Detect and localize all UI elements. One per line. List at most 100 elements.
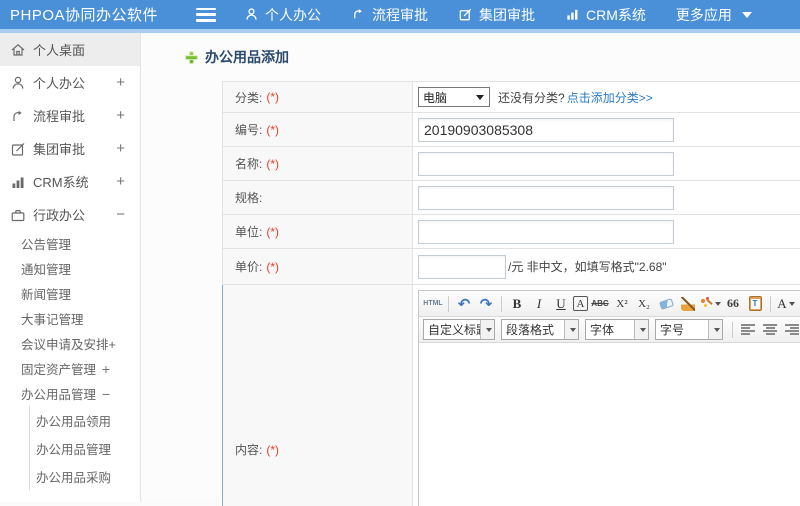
sidebar-item-meeting-request[interactable]: 会议申请及安排+ — [0, 331, 140, 356]
sidebar-item-label: 流程审批 — [33, 109, 86, 124]
price-input[interactable] — [418, 254, 506, 279]
nav-personal-office[interactable]: 个人办公 — [244, 5, 321, 25]
custom-title-select[interactable]: 自定义标题 — [423, 319, 495, 340]
required-mark: (*) — [266, 122, 280, 137]
sidebar-item-group-approval[interactable]: 集团审批 + — [0, 132, 140, 165]
strikethrough-button[interactable]: ABC — [590, 294, 610, 314]
sidebar-item-supplies-manage[interactable]: 办公用品管理 — [30, 434, 140, 462]
paste-as-text-button[interactable]: T — [745, 294, 765, 314]
sidebar-item-admin-office[interactable]: 行政办公 − — [0, 198, 140, 231]
unit-input[interactable] — [418, 219, 674, 244]
spec-input[interactable] — [418, 185, 674, 210]
format-brush-button[interactable] — [678, 294, 698, 314]
sidebar-item-label: 固定资产管理 — [21, 363, 97, 377]
nav-group-approval[interactable]: 集团审批 — [458, 5, 535, 25]
page-title-row: 办公用品添加 — [185, 47, 800, 67]
hamburger-menu-icon[interactable] — [196, 7, 216, 22]
code-input[interactable] — [418, 117, 674, 142]
expand-icon[interactable]: + — [116, 74, 125, 91]
sidebar-item-label: 集团审批 — [33, 142, 86, 157]
sidebar-item-label: 个人桌面 — [33, 43, 86, 58]
sidebar-item-crm[interactable]: CRM系统 + — [0, 165, 140, 198]
html-source-button[interactable]: HTML — [423, 294, 443, 314]
workflow-icon — [10, 108, 26, 124]
toolbar-separator — [501, 295, 502, 312]
category-select-value: 电脑 — [423, 90, 448, 105]
editor-toolbar-row1: HTML ↶ ↷ B I U A ABC X² X₂ 66 T A — [419, 291, 800, 317]
subscript-button[interactable]: X₂ — [634, 294, 654, 314]
select-arrow-icon — [480, 320, 494, 339]
top-header: PHPOA协同办公软件 个人办公 流程审批 集团审批 CRM系统 更多应用 — [0, 0, 800, 33]
redo-button[interactable]: ↷ — [476, 294, 496, 314]
expand-icon[interactable]: + — [116, 173, 125, 190]
editor-toolbar-row2: 自定义标题 段落格式 字体 — [419, 317, 800, 343]
expand-icon[interactable]: + — [116, 140, 125, 157]
align-right-button[interactable] — [782, 320, 800, 340]
bold-button[interactable]: B — [507, 294, 527, 314]
nav-crm-system[interactable]: CRM系统 — [565, 5, 646, 25]
expand-icon[interactable]: + — [102, 361, 110, 377]
collapse-icon[interactable]: − — [102, 386, 110, 402]
nav-label: 流程审批 — [372, 6, 428, 23]
sidebar-item-label: 办公用品管理 — [21, 388, 97, 402]
align-center-icon — [763, 324, 777, 335]
spellcheck-color-button[interactable] — [700, 294, 721, 314]
category-select[interactable]: 电脑 — [418, 87, 490, 107]
add-category-link[interactable]: 点击添加分类>> — [567, 89, 653, 106]
align-left-button[interactable] — [738, 320, 758, 340]
font-family-select[interactable]: 字体 — [585, 319, 649, 340]
font-color-button[interactable]: A — [776, 294, 796, 314]
undo-button[interactable]: ↶ — [454, 294, 474, 314]
align-right-icon — [785, 324, 799, 335]
clear-format-button[interactable] — [656, 294, 676, 314]
form-row-price: 单价: (*) /元 非中文，如填写格式"2.68" — [223, 249, 800, 285]
add-plus-icon — [185, 50, 198, 64]
editor-content-area[interactable] — [419, 343, 800, 506]
italic-button[interactable]: I — [529, 294, 549, 314]
nav-workflow-approval[interactable]: 流程审批 — [351, 5, 428, 25]
sidebar-item-workflow[interactable]: 流程审批 + — [0, 99, 140, 132]
user-icon — [244, 7, 259, 22]
sidebar-item-supplies-purchase[interactable]: 办公用品采购 — [30, 462, 140, 490]
name-input[interactable] — [418, 151, 674, 176]
sidebar-item-desktop[interactable]: 个人桌面 — [0, 33, 140, 66]
edit-icon — [458, 7, 473, 22]
sidebar-item-fixed-assets[interactable]: 固定资产管理 + — [0, 356, 140, 381]
superscript-button[interactable]: X² — [612, 294, 632, 314]
select-arrow-icon — [564, 320, 578, 339]
expand-icon[interactable]: + — [116, 107, 125, 124]
nav-label: 更多应用 — [675, 6, 732, 23]
app-logo: PHPOA协同办公软件 — [10, 7, 159, 24]
align-center-button[interactable] — [760, 320, 780, 340]
sidebar-item-office-supplies-mgmt[interactable]: 办公用品管理 − — [0, 381, 140, 406]
rich-text-editor: HTML ↶ ↷ B I U A ABC X² X₂ 66 T A 自定义标 段… — [418, 290, 800, 506]
nav-more-apps[interactable]: 更多应用 — [676, 5, 752, 25]
sidebar-item-personal-office[interactable]: 个人办公 + — [0, 66, 140, 99]
briefcase-icon — [10, 207, 26, 223]
sidebar-item-supplies-claim[interactable]: 办公用品领用 — [30, 406, 140, 434]
collapse-icon[interactable]: − — [116, 206, 125, 223]
form-row-unit: 单位: (*) — [223, 215, 800, 249]
underline-button[interactable]: U — [551, 294, 571, 314]
required-mark: (*) — [266, 156, 280, 171]
category-label: 分类: — [235, 90, 263, 105]
price-label: 单价: — [235, 260, 263, 274]
sidebar-item-news-mgmt[interactable]: 新闻管理 — [0, 281, 140, 306]
sidebar: 个人桌面 个人办公 + 流程审批 + 集团审批 + CRM系统 + 行政办公 −… — [0, 33, 141, 502]
sidebar-item-label: 行政办公 — [33, 208, 86, 223]
unit-label: 单位: — [235, 225, 263, 239]
font-size-select[interactable]: 字号 — [655, 319, 723, 340]
bar-chart-icon — [565, 7, 580, 22]
sidebar-item-announcement-mgmt[interactable]: 公告管理 — [0, 231, 140, 256]
char-border-button[interactable]: A — [573, 296, 588, 311]
no-category-hint: 还没有分类? — [498, 90, 565, 105]
select-arrow-icon — [476, 94, 484, 100]
bar-chart-icon — [10, 174, 26, 190]
eraser-icon — [658, 297, 674, 310]
sidebar-item-memorabilia-mgmt[interactable]: 大事记管理 — [0, 306, 140, 331]
paragraph-format-select[interactable]: 段落格式 — [501, 319, 579, 340]
nav-label: CRM系统 — [586, 6, 646, 23]
sidebar-item-notice-mgmt[interactable]: 通知管理 — [0, 256, 140, 281]
blockquote-button[interactable]: 66 — [723, 294, 743, 314]
sidebar-item-label: 会议申请及安排+ — [21, 338, 116, 352]
